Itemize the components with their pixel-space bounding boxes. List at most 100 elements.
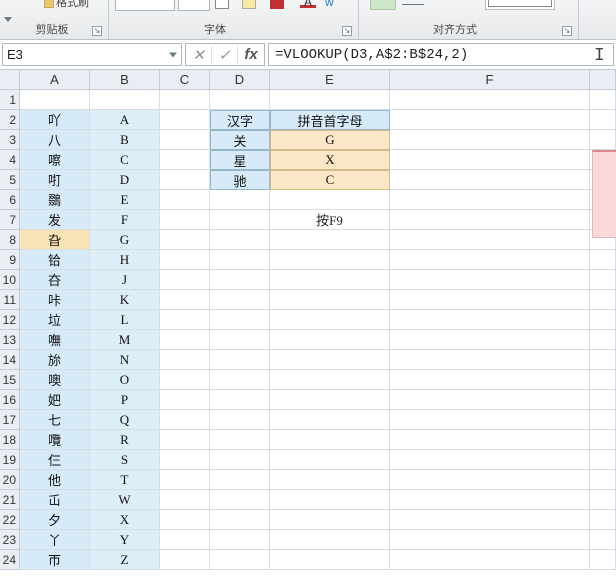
cell-E18[interactable]	[270, 430, 390, 450]
cell-A24[interactable]: 帀	[20, 550, 90, 570]
cell-A20[interactable]: 他	[20, 470, 90, 490]
cell-G15[interactable]	[590, 370, 616, 390]
cell-A19[interactable]: 仨	[20, 450, 90, 470]
cell-E15[interactable]	[270, 370, 390, 390]
column-header-A[interactable]: A	[20, 70, 90, 90]
cell-C4[interactable]	[160, 150, 210, 170]
cell-C13[interactable]	[160, 330, 210, 350]
cell-C23[interactable]	[160, 530, 210, 550]
cell-D15[interactable]	[210, 370, 270, 390]
cell-E2[interactable]: 拼音首字母	[270, 110, 390, 130]
cell-A11[interactable]: 咔	[20, 290, 90, 310]
cell-F17[interactable]	[390, 410, 590, 430]
cell-E23[interactable]	[270, 530, 390, 550]
cell-A12[interactable]: 垃	[20, 310, 90, 330]
cell-F20[interactable]	[390, 470, 590, 490]
row-header-16[interactable]: 16	[0, 390, 20, 410]
cell-D21[interactable]	[210, 490, 270, 510]
cell-A9[interactable]: 铪	[20, 250, 90, 270]
cell-B12[interactable]: L	[90, 310, 160, 330]
cell-F3[interactable]	[390, 130, 590, 150]
cell-C7[interactable]	[160, 210, 210, 230]
cell-F10[interactable]	[390, 270, 590, 290]
row-header-17[interactable]: 17	[0, 410, 20, 430]
cell-E5[interactable]: C	[270, 170, 390, 190]
row-header-7[interactable]: 7	[0, 210, 20, 230]
row-header-12[interactable]: 12	[0, 310, 20, 330]
cell-F7[interactable]	[390, 210, 590, 230]
cell-B5[interactable]: D	[90, 170, 160, 190]
cell-D12[interactable]	[210, 310, 270, 330]
cancel-button[interactable]: ✕	[186, 46, 212, 64]
cell-B23[interactable]: Y	[90, 530, 160, 550]
cell-D8[interactable]	[210, 230, 270, 250]
column-header-D[interactable]: D	[210, 70, 270, 90]
cell-E12[interactable]	[270, 310, 390, 330]
cell-E7[interactable]: 按F9	[270, 210, 390, 230]
cell-G19[interactable]	[590, 450, 616, 470]
cell-A10[interactable]: 夻	[20, 270, 90, 290]
cell-A14[interactable]: 旀	[20, 350, 90, 370]
cell-D18[interactable]	[210, 430, 270, 450]
cell-D13[interactable]	[210, 330, 270, 350]
cell-F14[interactable]	[390, 350, 590, 370]
cell-G22[interactable]	[590, 510, 616, 530]
cell-F23[interactable]	[390, 530, 590, 550]
cell-C5[interactable]	[160, 170, 210, 190]
cell-D19[interactable]	[210, 450, 270, 470]
cell-D9[interactable]	[210, 250, 270, 270]
cell-A13[interactable]: 嘸	[20, 330, 90, 350]
cell-F2[interactable]	[390, 110, 590, 130]
row-header-1[interactable]: 1	[0, 90, 20, 110]
cell-B10[interactable]: J	[90, 270, 160, 290]
cell-A16[interactable]: 妑	[20, 390, 90, 410]
row-header-15[interactable]: 15	[0, 370, 20, 390]
cell-F12[interactable]	[390, 310, 590, 330]
row-header-22[interactable]: 22	[0, 510, 20, 530]
merge-cells-button[interactable]	[370, 0, 396, 10]
cell-F16[interactable]	[390, 390, 590, 410]
row-header-21[interactable]: 21	[0, 490, 20, 510]
cell-D20[interactable]	[210, 470, 270, 490]
cell-E10[interactable]	[270, 270, 390, 290]
align-button[interactable]	[400, 0, 426, 10]
column-header-E[interactable]: E	[270, 70, 390, 90]
cell-A15[interactable]: 噢	[20, 370, 90, 390]
cell-C18[interactable]	[160, 430, 210, 450]
cell-D6[interactable]	[210, 190, 270, 210]
cell-D5[interactable]: 驰	[210, 170, 270, 190]
cell-G23[interactable]	[590, 530, 616, 550]
cell-E20[interactable]	[270, 470, 390, 490]
cell-E3[interactable]: G	[270, 130, 390, 150]
cell-D14[interactable]	[210, 350, 270, 370]
cell-F9[interactable]	[390, 250, 590, 270]
cell-E8[interactable]	[270, 230, 390, 250]
cell-C9[interactable]	[160, 250, 210, 270]
cell-C21[interactable]	[160, 490, 210, 510]
paste-dropdown-icon[interactable]	[4, 17, 12, 23]
cell-E19[interactable]	[270, 450, 390, 470]
enter-button[interactable]: ✓	[212, 46, 238, 64]
cell-E13[interactable]	[270, 330, 390, 350]
cell-A18[interactable]: 囕	[20, 430, 90, 450]
format-painter-button[interactable]: 格式刷	[44, 0, 94, 8]
merge-center-button[interactable]	[485, 0, 555, 10]
select-all-button[interactable]	[0, 70, 20, 90]
cell-C24[interactable]	[160, 550, 210, 570]
row-header-14[interactable]: 14	[0, 350, 20, 370]
cell-D3[interactable]: 关	[210, 130, 270, 150]
cell-B11[interactable]: K	[90, 290, 160, 310]
cell-D4[interactable]: 星	[210, 150, 270, 170]
formula-input[interactable]: =VLOOKUP(D3,A$2:B$24,2) I	[268, 43, 614, 66]
cell-C17[interactable]	[160, 410, 210, 430]
cell-C3[interactable]	[160, 130, 210, 150]
cell-A8[interactable]: 旮	[20, 230, 90, 250]
border-button[interactable]	[215, 0, 229, 9]
cell-C20[interactable]	[160, 470, 210, 490]
cell-B1[interactable]	[90, 90, 160, 110]
cell-F24[interactable]	[390, 550, 590, 570]
cell-D11[interactable]	[210, 290, 270, 310]
cell-E22[interactable]	[270, 510, 390, 530]
cell-B14[interactable]: N	[90, 350, 160, 370]
row-header-5[interactable]: 5	[0, 170, 20, 190]
